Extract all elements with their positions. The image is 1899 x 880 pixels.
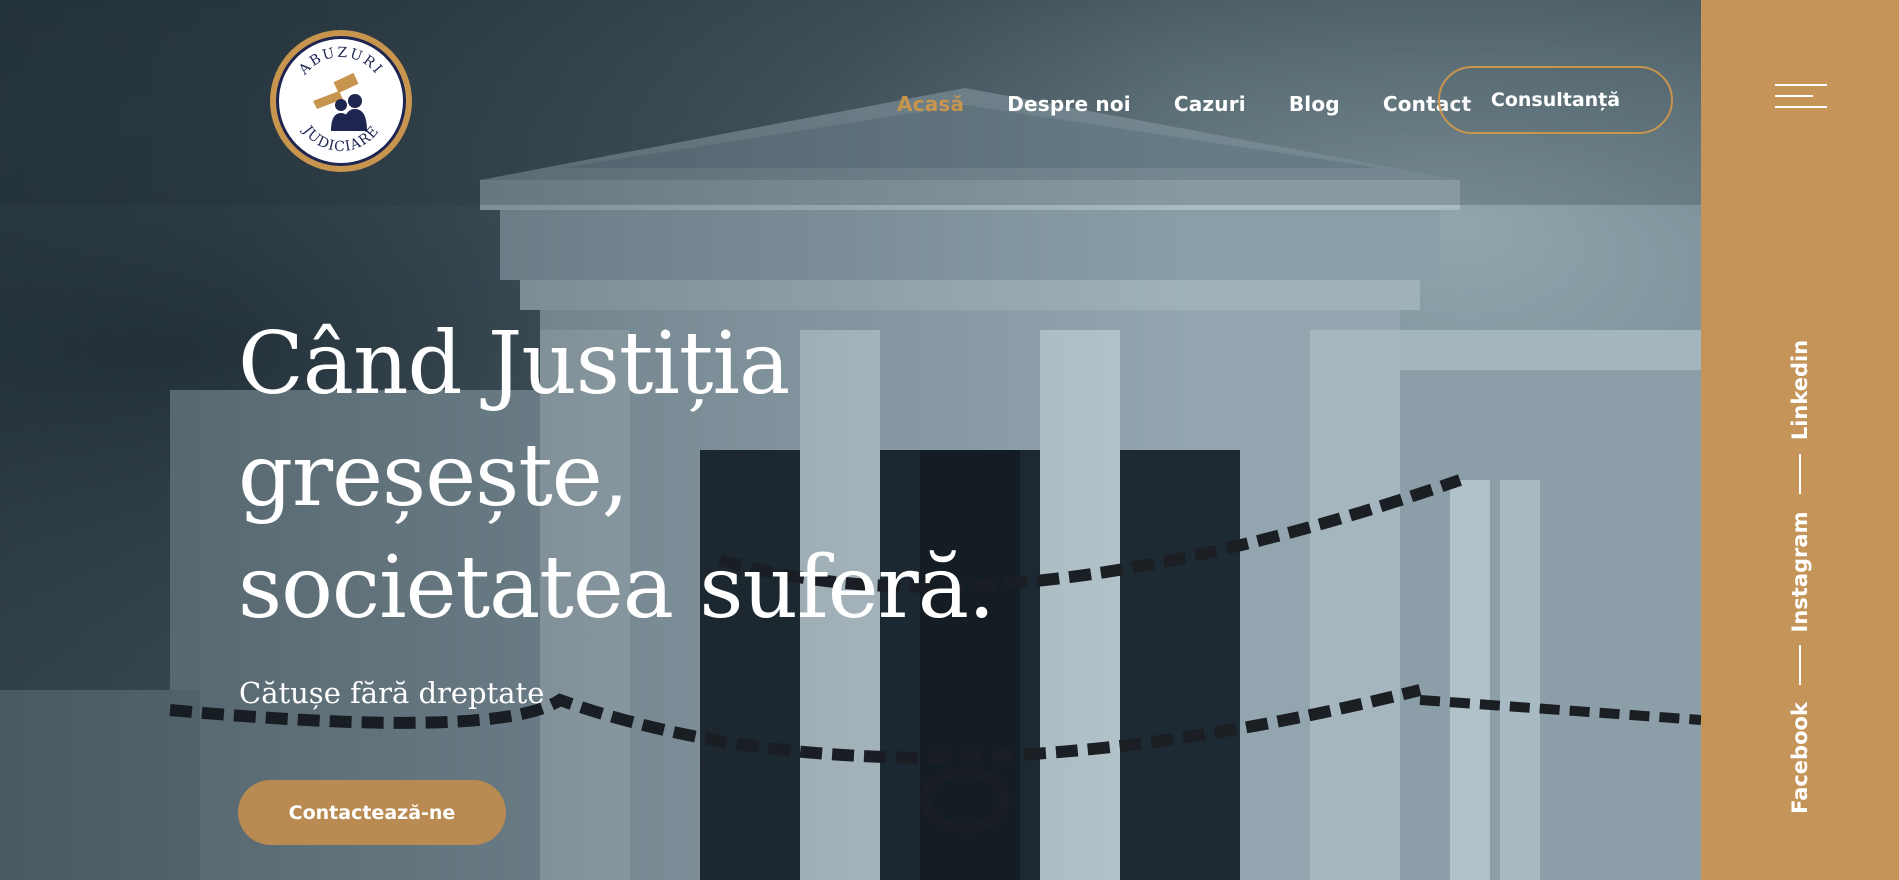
side-panel: Linkedin Instagram Facebook [1701,0,1899,880]
hamburger-line [1775,95,1813,97]
headline-line-1: Când Justiția [238,314,790,414]
social-link-linkedin[interactable]: Linkedin [1788,340,1812,440]
nav-item-cazuri[interactable]: Cazuri [1174,92,1246,116]
hero-subtitle: Cătușe fără dreptate [239,676,545,710]
consultanta-button[interactable]: Consultanță [1438,66,1673,134]
logo-badge: ABUZURI JUDICIARE [276,36,406,166]
nav-item-blog[interactable]: Blog [1289,92,1340,116]
headline-line-3: societatea suferă. [238,538,995,638]
hero-headline: Când Justiția greșește, societatea sufer… [238,308,1058,644]
gavel-family-icon: ABUZURI JUDICIARE [295,45,386,155]
social-link-facebook[interactable]: Facebook [1788,702,1812,814]
contacteaza-button[interactable]: Contactează-ne [238,780,506,845]
social-link-instagram[interactable]: Instagram [1788,512,1812,633]
headline-line-2: greșește, [238,426,629,526]
social-divider [1799,645,1801,685]
hamburger-line [1775,84,1827,86]
social-divider [1799,454,1801,494]
nav-item-acasa[interactable]: Acasă [897,92,964,116]
svg-text:ABUZURI: ABUZURI [295,45,386,79]
hamburger-line [1775,106,1827,108]
main-nav: Acasă Despre noi Cazuri Blog Contact [897,92,1471,116]
nav-item-despre-noi[interactable]: Despre noi [1007,92,1131,116]
site-logo[interactable]: ABUZURI JUDICIARE [270,30,412,172]
hamburger-icon[interactable] [1775,82,1827,112]
